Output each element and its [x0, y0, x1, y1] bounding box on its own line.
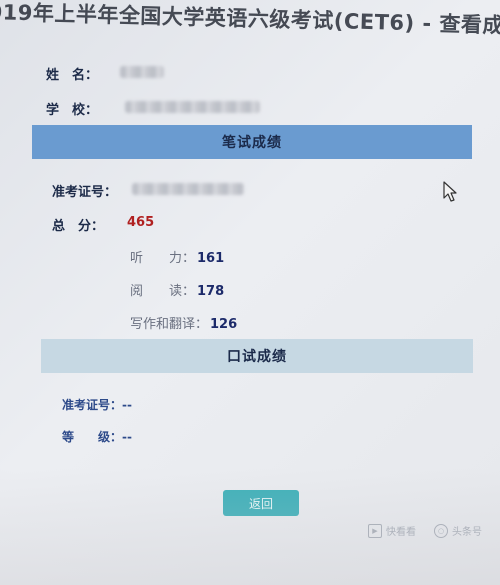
oral-section-header: 口试成绩: [41, 339, 473, 373]
mouse-cursor-icon: [443, 181, 457, 202]
written-exam-id-label: 准考证号：: [52, 185, 118, 200]
listening-value: 161: [197, 251, 225, 266]
name-value-redacted: [120, 66, 164, 78]
back-button[interactable]: 返回: [223, 490, 299, 516]
writing-translation-score: 写作和翻译： 126: [130, 313, 237, 332]
toutiao-icon: ○: [434, 523, 448, 538]
written-section-header: 笔试成绩: [32, 125, 472, 159]
watermark-left: ▶ 快看看: [368, 523, 416, 538]
listening-score: 听 力： 161: [130, 247, 224, 266]
writing-label: 写作和翻译：: [130, 317, 209, 332]
oral-exam-id-value: --: [122, 398, 132, 412]
reading-score: 阅 读： 178: [130, 280, 224, 299]
oral-exam-id: 准考证号：--: [62, 396, 132, 413]
watermark-left-text: 快看看: [386, 527, 416, 538]
reading-value: 178: [197, 284, 225, 299]
written-exam-id-redacted: [132, 183, 244, 195]
oral-grade-label: 等 级：: [62, 430, 123, 444]
watermark-right: ○ 头条号: [434, 523, 482, 538]
play-icon: ▶: [368, 523, 382, 538]
oral-exam-id-label: 准考证号：: [62, 398, 123, 412]
total-score-label: 总 分：: [52, 219, 105, 234]
school-value-redacted: [125, 101, 260, 113]
listening-label: 听 力：: [130, 251, 196, 266]
watermark-right-text: 头条号: [452, 527, 482, 538]
writing-value: 126: [210, 317, 238, 332]
name-label: 姓 名：: [46, 68, 99, 83]
reading-label: 阅 读：: [130, 284, 196, 299]
total-score-value: 465: [127, 215, 155, 230]
page-title: 019年上半年全国大学英语六级考试(CET6) - 查看成绩: [0, 0, 500, 39]
school-label: 学 校：: [46, 103, 99, 118]
oral-grade-value: --: [122, 430, 132, 444]
oral-grade: 等 级：--: [62, 428, 132, 445]
